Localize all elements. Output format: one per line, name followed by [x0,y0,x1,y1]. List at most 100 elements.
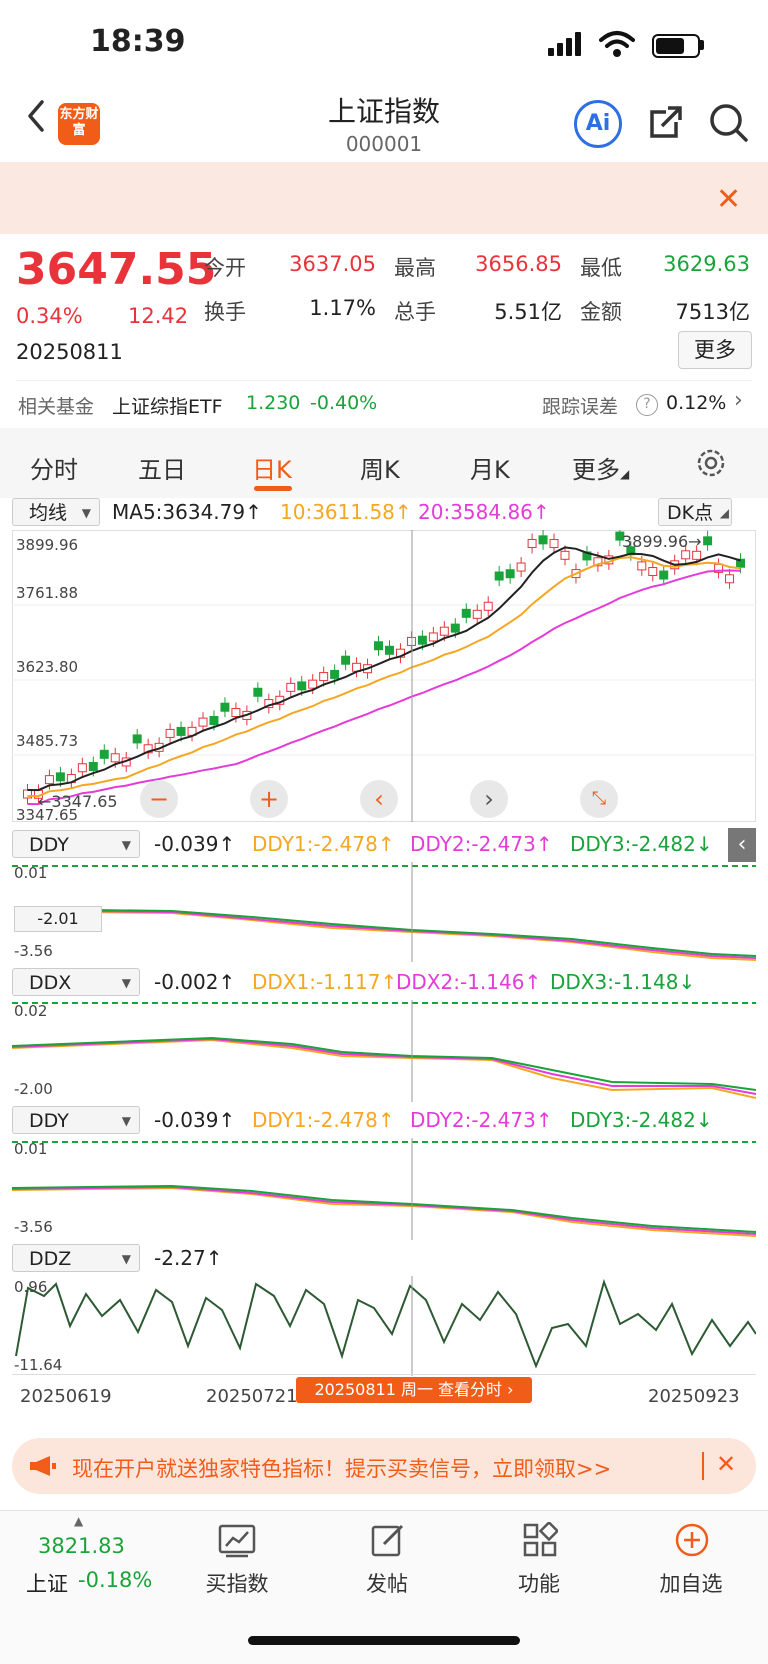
ddx-chart [12,1000,756,1102]
signal-icon [548,32,584,56]
open-value: 3637.05 [289,252,376,276]
ddy3-value-2: DDY3:-2.482↓ [570,1108,713,1132]
settings-icon[interactable] [694,446,728,480]
candle-body [231,708,241,718]
ddz-chart [15,1276,756,1376]
volume-label: 总手 [394,300,436,324]
share-icon[interactable] [646,102,686,142]
tab-daily-k[interactable]: 日K [252,450,292,485]
candle-body [417,635,427,645]
candle-body [461,608,471,618]
candle-body [77,763,87,773]
candle-body [472,609,482,619]
candle-body [725,574,735,584]
candle-body [165,728,175,738]
post-button[interactable]: 发帖 [332,1568,442,1598]
index-pct[interactable]: -0.18% [78,1568,152,1592]
candle-body [55,772,65,782]
candle-body [483,601,493,611]
tab-indicator [254,486,292,491]
zoom-in-button[interactable]: + [250,780,288,818]
apps-icon[interactable] [522,1522,558,1558]
scroll-right-button[interactable]: › [470,780,508,818]
kline-chart[interactable] [12,530,756,822]
ddy2-value: DDY2:-2.473↑ [410,832,553,856]
change-percent: 0.34% [16,304,83,328]
edit-icon[interactable] [370,1522,406,1558]
help-icon[interactable]: ? [636,394,658,416]
y-label-2: 3761.88 [16,584,79,602]
max-marker: 3899.96→ [622,532,702,551]
turnover-label: 换手 [204,300,246,324]
zoom-out-button[interactable]: − [140,780,178,818]
ddx2-value: DDX2:-1.146↑ [396,970,542,994]
candle-body [308,679,318,689]
ddy-bottom-label: -3.56 [14,942,53,960]
close-icon[interactable]: ✕ [716,182,741,217]
tab-intraday[interactable]: 分时 [30,450,78,485]
y-label-3: 3623.80 [16,658,79,676]
x-label-mid: 20250721 [206,1386,298,1407]
candle-body [659,570,669,580]
fund-name[interactable]: 上证综指ETF [112,392,223,419]
current-price: 3647.55 [16,244,217,295]
tab-more[interactable]: 更多◢ [572,450,629,485]
buy-index-button[interactable]: 买指数 [182,1568,292,1598]
ddz-select[interactable]: DDZ ▼ [12,1244,140,1272]
ddy-top-label: 0.01 [14,864,48,882]
collapse-panel-button[interactable]: ‹ [728,828,756,862]
ddy2-top-label: 0.01 [14,1140,48,1158]
candle-body [637,561,647,571]
status-time: 18:39 [90,24,186,59]
add-watchlist-button[interactable]: 加自选 [636,1568,746,1598]
candle-body [253,687,263,697]
ddx-bottom-label: -2.00 [14,1080,53,1098]
candle-body [439,626,449,636]
candle-body [341,655,351,665]
expand-up-icon[interactable]: ▲ [74,1514,83,1528]
view-intraday-pill[interactable]: 20250811 周一 查看分时 › [296,1377,532,1403]
candle-body [505,569,515,579]
candle-body [516,562,526,572]
tab-monthly-k[interactable]: 月K [470,450,510,485]
ddx1-value: DDX1:-1.117↑ [252,970,398,994]
search-icon[interactable] [708,102,750,144]
ddy-select-2[interactable]: DDY ▼ [12,1106,140,1134]
ddx-select[interactable]: DDX ▼ [12,968,140,996]
x-label-end: 20250923 [648,1386,740,1407]
ai-button[interactable]: Ai [574,100,622,148]
fullscreen-button[interactable]: ⤡ [580,780,618,818]
scroll-left-button[interactable]: ‹ [360,780,398,818]
features-button[interactable]: 功能 [484,1568,594,1598]
chart-icon[interactable] [218,1524,256,1558]
fund-label: 相关基金 [18,396,95,418]
ddy-chart-1 [12,862,756,962]
promo-divider [702,1452,704,1480]
candle-body [110,753,120,763]
index-name[interactable]: 上证 [26,1568,68,1598]
ddx-value: -0.002↑ [154,970,236,994]
battery-icon [652,34,700,58]
ddz-value: -2.27↑ [154,1246,223,1270]
dk-select[interactable]: DK点 ◢ [658,498,732,526]
index-value[interactable]: 3821.83 [38,1534,125,1558]
ma-select[interactable]: 均线 ▼ [12,498,100,526]
add-icon[interactable] [674,1522,710,1558]
tab-weekly-k[interactable]: 周K [360,450,400,485]
tracking-error-label: 跟踪误差 [542,396,619,418]
candle-body [560,550,570,560]
candle-body [703,536,713,546]
divider [16,380,752,381]
tab-five-day[interactable]: 五日 [138,450,186,485]
ddy-select[interactable]: DDY ▼ [12,830,140,858]
ddy-value: -0.039↑ [154,832,236,856]
candle-body [681,550,691,560]
chevron-right-icon[interactable]: › [734,388,743,413]
promo-close-icon[interactable]: ✕ [716,1450,736,1478]
candle-body [319,672,329,682]
more-button[interactable]: 更多 [678,331,752,369]
high-label: 最高 [394,256,436,280]
candle-body [198,717,208,727]
high-value: 3656.85 [475,252,562,276]
promo-text[interactable]: 现在开户就送独家特色指标！提示买卖信号，立即领取>> [72,1453,611,1483]
